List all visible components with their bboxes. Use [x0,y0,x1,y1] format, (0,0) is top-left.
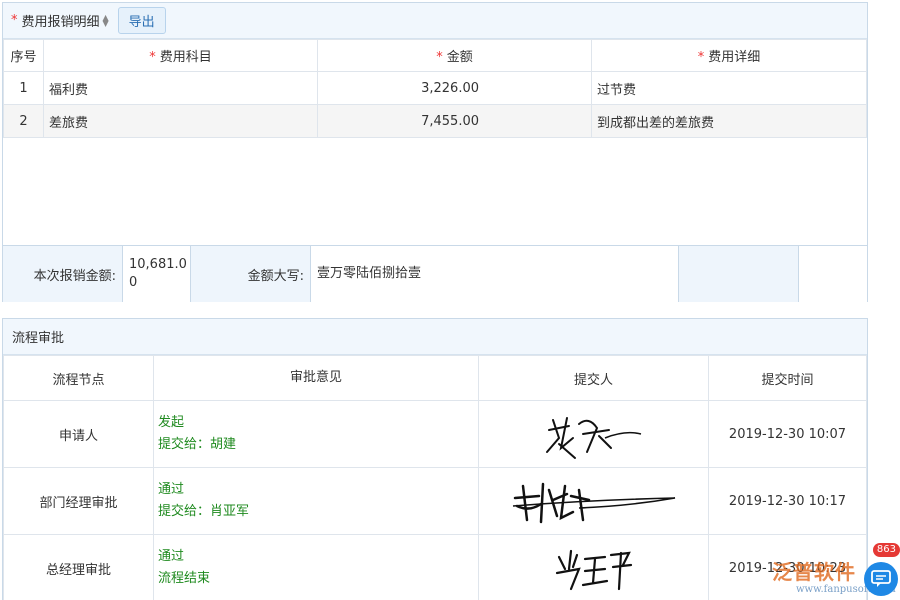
row-amount[interactable]: 7,455.00 [318,105,592,138]
uppercase-amount-label: 金额大写: [191,246,311,302]
submitter-signature [479,468,709,535]
opinion-status: 通过 [158,546,478,568]
approval-table: 流程节点 审批意见 提交人 提交时间 申请人 发起 提交给：胡建 2019-12… [3,355,867,600]
row-detail[interactable]: 到成都出差的差旅费 [592,105,867,138]
table-row[interactable]: 1 福利费 3,226.00 过节费 [4,72,867,105]
approval-row: 申请人 发起 提交给：胡建 2019-12-30 10:07 [4,401,867,468]
opinion: 通过 流程结束 [154,535,479,600]
required-asterisk: * [698,50,705,65]
opinion: 通过 提交给：肖亚军 [154,468,479,535]
notification-badge[interactable]: 863 [873,543,900,557]
chat-icon [871,570,891,588]
col-submitter: 提交人 [479,356,709,401]
col-detail: *费用详细 [592,40,867,72]
opinion-next: 提交给：肖亚军 [158,501,478,523]
total-amount-value: 10,681.00 [123,246,191,302]
row-subject[interactable]: 差旅费 [44,105,318,138]
brand-logo: 泛普软件 [772,556,856,585]
node-name: 部门经理审批 [4,468,154,535]
node-name: 总经理审批 [4,535,154,600]
row-index: 1 [4,72,44,105]
expense-title: 费用报销明细 [22,11,100,30]
summary-empty-cell [799,246,867,302]
signature-image [509,476,679,526]
expense-panel: * 费用报销明细 ▲▼ 导出 序号 *费用科目 *金额 *费用详细 1 福利费 … [2,2,868,302]
approval-row: 总经理审批 通过 流程结束 2019-12-30 10:23 [4,535,867,600]
col-amount: *金额 [318,40,592,72]
approval-table-header: 流程节点 审批意见 提交人 提交时间 [4,356,867,401]
row-index: 2 [4,105,44,138]
row-subject[interactable]: 福利费 [44,72,318,105]
required-asterisk: * [436,50,443,65]
expense-summary: 本次报销金额: 10,681.00 金额大写: 壹万零陆佰捌拾壹 [3,245,867,302]
row-detail[interactable]: 过节费 [592,72,867,105]
submitter-signature [479,401,709,468]
submit-time: 2019-12-30 10:07 [709,401,867,468]
opinion-next: 流程结束 [158,568,478,590]
required-asterisk: * [11,13,18,28]
approval-panel: 流程审批 流程节点 审批意见 提交人 提交时间 申请人 发起 提交给：胡建 20… [2,318,868,600]
total-amount-label: 本次报销金额: [3,246,123,302]
row-amount[interactable]: 3,226.00 [318,72,592,105]
opinion: 发起 提交给：胡建 [154,401,479,468]
col-node: 流程节点 [4,356,154,401]
required-asterisk: * [149,50,156,65]
col-index: 序号 [4,40,44,72]
opinion-next: 提交给：胡建 [158,434,478,456]
chat-button[interactable] [864,562,898,596]
summary-empty-cell [679,246,799,302]
export-button[interactable]: 导出 [118,7,166,34]
sort-arrows-icon[interactable]: ▲▼ [103,15,109,27]
signature-image [549,543,639,593]
approval-title: 流程审批 [3,319,867,355]
col-time: 提交时间 [709,356,867,401]
col-opinion: 审批意见 [154,356,479,401]
submitter-signature [479,535,709,600]
expense-table: 序号 *费用科目 *金额 *费用详细 1 福利费 3,226.00 过节费 2 … [3,39,867,138]
opinion-status: 通过 [158,479,478,501]
opinion-status: 发起 [158,412,478,434]
submit-time: 2019-12-30 10:17 [709,468,867,535]
table-row[interactable]: 2 差旅费 7,455.00 到成都出差的差旅费 [4,105,867,138]
col-subject: *费用科目 [44,40,318,72]
approval-row: 部门经理审批 通过 提交给：肖亚军 2019-12-30 10:17 [4,468,867,535]
expense-panel-header: * 费用报销明细 ▲▼ 导出 [3,3,867,39]
expense-table-header: 序号 *费用科目 *金额 *费用详细 [4,40,867,72]
signature-image [539,408,649,460]
node-name: 申请人 [4,401,154,468]
uppercase-amount-value: 壹万零陆佰捌拾壹 [311,246,679,302]
